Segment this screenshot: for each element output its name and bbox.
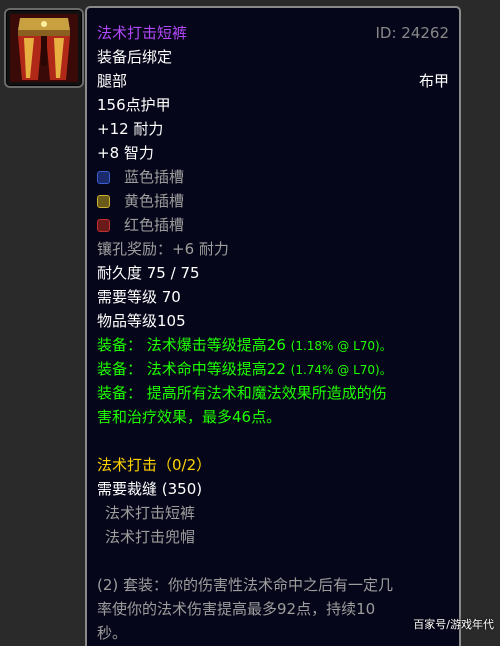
stat-intellect: +8 智力 bbox=[97, 144, 154, 162]
item-tooltip: 法术打击短裤 ID: 24262 装备后绑定 腿部 布甲 156点护甲 +12 … bbox=[85, 6, 461, 646]
set-bonus-line2: 率使你的法术伤害提高最多92点，持续10 bbox=[97, 600, 376, 618]
equip-effect-hit: 装备： 法术命中等级提高22 (1.74% @ L70)。 bbox=[97, 358, 392, 381]
socket-yellow-label: 黄色插槽 bbox=[124, 192, 185, 210]
red-socket-icon bbox=[97, 219, 110, 232]
equip-effect-spellpower-line2: 害和治疗效果，最多46点。 bbox=[97, 408, 282, 426]
equip-effect-hit-note: (1.74% @ L70)。 bbox=[290, 363, 392, 377]
item-level: 物品等级105 bbox=[97, 312, 186, 330]
watermark: 百家号/游戏年代 bbox=[413, 618, 494, 631]
equip-effect-hit-text: 装备： 法术命中等级提高22 bbox=[97, 360, 286, 378]
equip-effect-crit: 装备： 法术爆击等级提高26 (1.18% @ L70)。 bbox=[97, 334, 392, 357]
set-bonus-line1: (2) 套装：你的伤害性法术命中之后有一定几 bbox=[97, 576, 394, 594]
set-piece-pants: 法术打击短裤 bbox=[105, 504, 196, 522]
set-name: 法术打击（0/2） bbox=[97, 456, 212, 474]
set-piece-hood: 法术打击兜帽 bbox=[105, 528, 196, 546]
socket-red: 红色插槽 bbox=[97, 214, 184, 236]
equip-effect-spellpower-line1: 装备： 提高所有法术和魔法效果所造成的伤 bbox=[97, 384, 387, 402]
spellstrike-pants-icon bbox=[10, 14, 78, 82]
set-bonus-line3: 秒。 bbox=[97, 624, 128, 642]
armor-value: 156点护甲 bbox=[97, 96, 171, 114]
durability: 耐久度 75 / 75 bbox=[97, 264, 200, 282]
item-name: 法术打击短裤 bbox=[97, 24, 188, 42]
bind-type: 装备后绑定 bbox=[97, 48, 173, 66]
required-level: 需要等级 70 bbox=[97, 288, 181, 306]
socket-blue: 蓝色插槽 bbox=[97, 166, 184, 188]
armor-type: 布甲 bbox=[418, 72, 449, 90]
socket-yellow: 黄色插槽 bbox=[97, 190, 184, 212]
socket-bonus: 镶孔奖励：+6 耐力 bbox=[97, 240, 229, 258]
item-icon-frame[interactable] bbox=[4, 8, 84, 88]
item-slot: 腿部 bbox=[97, 72, 128, 90]
equip-effect-crit-text: 装备： 法术爆击等级提高26 bbox=[97, 336, 286, 354]
stat-stamina: +12 耐力 bbox=[97, 120, 164, 138]
equip-effect-crit-note: (1.18% @ L70)。 bbox=[290, 339, 392, 353]
socket-red-label: 红色插槽 bbox=[124, 216, 185, 234]
item-id: ID: 24262 bbox=[375, 24, 449, 42]
blue-socket-icon bbox=[97, 171, 110, 184]
set-requirement: 需要裁缝 (350) bbox=[97, 480, 203, 498]
yellow-socket-icon bbox=[97, 195, 110, 208]
socket-blue-label: 蓝色插槽 bbox=[124, 168, 185, 186]
